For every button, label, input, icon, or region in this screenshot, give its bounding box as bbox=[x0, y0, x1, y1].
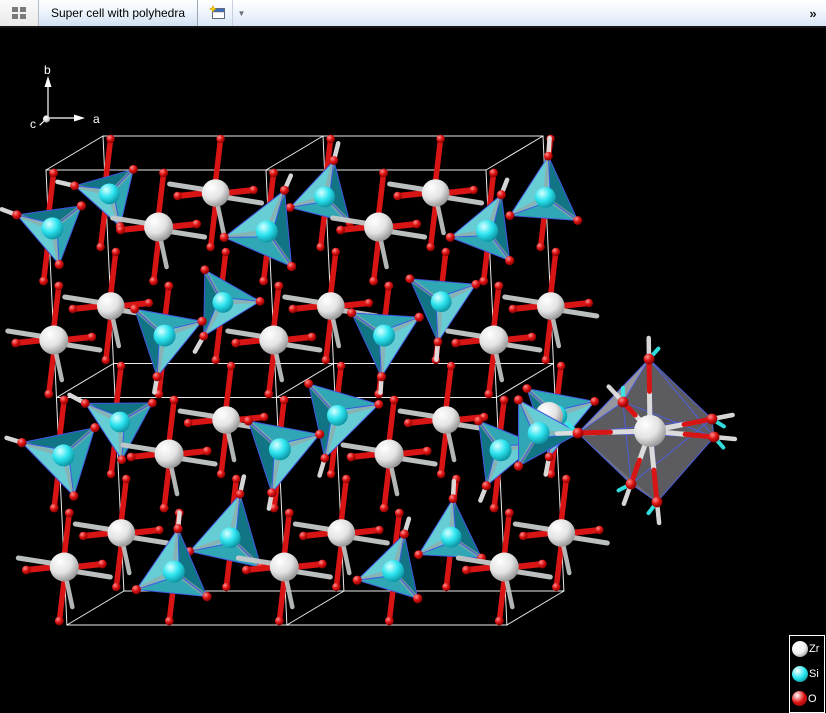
legend-label: Si bbox=[809, 668, 819, 680]
tab-label: Super cell with polyhedra bbox=[51, 6, 185, 20]
structure-canvas[interactable]: b a c bbox=[0, 28, 826, 683]
legend-item: Si bbox=[790, 662, 824, 686]
grid-icon bbox=[12, 7, 26, 19]
new-picture-icon bbox=[209, 5, 226, 21]
element-legend: Zr Si O bbox=[789, 635, 825, 713]
legend-item: O bbox=[790, 687, 824, 711]
legend-label: Zr bbox=[809, 643, 819, 655]
axis-triad: b a c bbox=[30, 63, 100, 131]
pictures-overview-button[interactable] bbox=[0, 0, 39, 26]
tab-bar-spacer bbox=[250, 0, 800, 26]
axis-label-c: c bbox=[30, 117, 36, 131]
legend-sphere-icon bbox=[792, 691, 807, 706]
legend-label: O bbox=[808, 693, 817, 705]
tab-bar: Super cell with polyhedra ▼ » bbox=[0, 0, 826, 28]
legend-item: Zr bbox=[790, 637, 824, 661]
axis-label-b: b bbox=[44, 63, 51, 77]
chevron-right-icon: » bbox=[809, 6, 816, 21]
overflow-button[interactable]: » bbox=[800, 0, 826, 26]
isolated-polyhedron bbox=[557, 338, 735, 523]
tab-super-cell-with-polyhedra[interactable]: Super cell with polyhedra bbox=[39, 0, 198, 26]
legend-sphere-icon bbox=[792, 666, 808, 682]
caret-down-icon: ▼ bbox=[238, 9, 246, 18]
new-picture-button[interactable] bbox=[202, 0, 232, 26]
new-picture-dropdown[interactable]: ▼ bbox=[232, 0, 250, 26]
crystal-structure bbox=[2, 135, 608, 626]
legend-sphere-icon bbox=[792, 641, 808, 657]
axis-label-a: a bbox=[93, 112, 100, 126]
